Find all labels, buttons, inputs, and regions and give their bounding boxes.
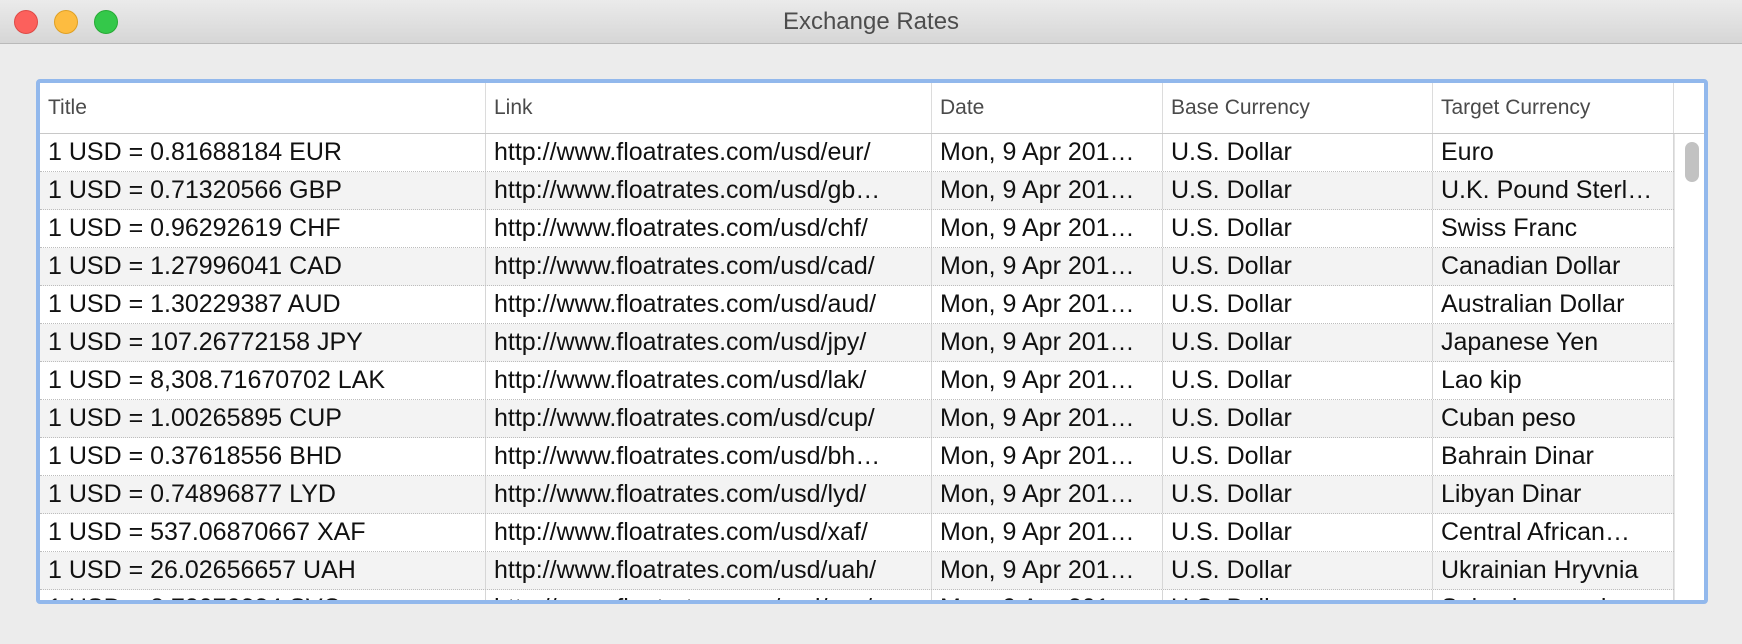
cell-link: http://www.floatrates.com/usd/cup/ [486, 400, 932, 437]
cell-link: http://www.floatrates.com/usd/aud/ [486, 286, 932, 323]
table-body: 1 USD = 0.81688184 EUR http://www.floatr… [40, 134, 1674, 600]
table-row[interactable]: 1 USD = 8.73070224 SVC http://www.floatr… [40, 590, 1674, 600]
cell-title: 1 USD = 1.30229387 AUD [40, 286, 486, 323]
cell-target-currency: U.K. Pound Sterl… [1433, 172, 1674, 209]
column-header-target-currency[interactable]: Target Currency [1433, 83, 1674, 133]
window-title: Exchange Rates [782, 8, 960, 35]
cell-date: Mon, 9 Apr 201… [932, 286, 1163, 323]
cell-base-currency: U.S. Dollar [1163, 210, 1433, 247]
cell-base-currency: U.S. Dollar [1163, 552, 1433, 589]
cell-date: Mon, 9 Apr 201… [932, 324, 1163, 361]
cell-date: Mon, 9 Apr 201… [932, 552, 1163, 589]
cell-title: 1 USD = 0.74896877 LYD [40, 476, 486, 513]
cell-base-currency: U.S. Dollar [1163, 324, 1433, 361]
cell-date: Mon, 9 Apr 201… [932, 400, 1163, 437]
table-row[interactable]: 1 USD = 0.37618556 BHD http://www.floatr… [40, 438, 1674, 476]
cell-title: 1 USD = 1.00265895 CUP [40, 400, 486, 437]
cell-target-currency: Swiss Franc [1433, 210, 1674, 247]
cell-target-currency: Salvadoran colon [1433, 590, 1674, 600]
cell-base-currency: U.S. Dollar [1163, 134, 1433, 171]
cell-target-currency: Canadian Dollar [1433, 248, 1674, 285]
cell-target-currency: Lao kip [1433, 362, 1674, 399]
cell-base-currency: U.S. Dollar [1163, 248, 1433, 285]
cell-base-currency: U.S. Dollar [1163, 362, 1433, 399]
table-row[interactable]: 1 USD = 0.81688184 EUR http://www.floatr… [40, 134, 1674, 172]
table-row[interactable]: 1 USD = 0.71320566 GBP http://www.floatr… [40, 172, 1674, 210]
cell-title: 1 USD = 8,308.71670702 LAK [40, 362, 486, 399]
cell-title: 1 USD = 537.06870667 XAF [40, 514, 486, 551]
table-row[interactable]: 1 USD = 1.30229387 AUD http://www.floatr… [40, 286, 1674, 324]
column-header-link[interactable]: Link [486, 83, 932, 133]
cell-link: http://www.floatrates.com/usd/cad/ [486, 248, 932, 285]
cell-link: http://www.floatrates.com/usd/gb… [486, 172, 932, 209]
cell-title: 1 USD = 107.26772158 JPY [40, 324, 486, 361]
cell-date: Mon, 9 Apr 201… [932, 172, 1163, 209]
cell-link: http://www.floatrates.com/usd/jpy/ [486, 324, 932, 361]
cell-base-currency: U.S. Dollar [1163, 286, 1433, 323]
cell-target-currency: Libyan Dinar [1433, 476, 1674, 513]
cell-date: Mon, 9 Apr 201… [932, 514, 1163, 551]
cell-base-currency: U.S. Dollar [1163, 172, 1433, 209]
cell-date: Mon, 9 Apr 201… [932, 438, 1163, 475]
table-row[interactable]: 1 USD = 0.74896877 LYD http://www.floatr… [40, 476, 1674, 514]
title-bar[interactable]: Exchange Rates [0, 0, 1742, 44]
cell-link: http://www.floatrates.com/usd/xaf/ [486, 514, 932, 551]
cell-target-currency: Bahrain Dinar [1433, 438, 1674, 475]
cell-link: http://www.floatrates.com/usd/chf/ [486, 210, 932, 247]
cell-title: 1 USD = 26.02656657 UAH [40, 552, 486, 589]
exchange-rates-window: Exchange Rates Title Link Date Base Curr… [0, 0, 1742, 644]
cell-base-currency: U.S. Dollar [1163, 438, 1433, 475]
cell-date: Mon, 9 Apr 201… [932, 134, 1163, 171]
table-row[interactable]: 1 USD = 0.96292619 CHF http://www.floatr… [40, 210, 1674, 248]
cell-title: 1 USD = 0.81688184 EUR [40, 134, 486, 171]
table-row[interactable]: 1 USD = 26.02656657 UAH http://www.float… [40, 552, 1674, 590]
cell-title: 1 USD = 1.27996041 CAD [40, 248, 486, 285]
cell-target-currency: Euro [1433, 134, 1674, 171]
cell-title: 1 USD = 0.71320566 GBP [40, 172, 486, 209]
column-header-title[interactable]: Title [40, 83, 486, 133]
cell-link: http://www.floatrates.com/usd/lak/ [486, 362, 932, 399]
scrollbar-thumb[interactable] [1685, 142, 1699, 182]
cell-base-currency: U.S. Dollar [1163, 514, 1433, 551]
cell-target-currency: Cuban peso [1433, 400, 1674, 437]
cell-link: http://www.floatrates.com/usd/bh… [486, 438, 932, 475]
cell-title: 1 USD = 0.37618556 BHD [40, 438, 486, 475]
table-row[interactable]: 1 USD = 8,308.71670702 LAK http://www.fl… [40, 362, 1674, 400]
table-row[interactable]: 1 USD = 107.26772158 JPY http://www.floa… [40, 324, 1674, 362]
column-header-date[interactable]: Date [932, 83, 1163, 133]
cell-date: Mon, 9 Apr 201… [932, 210, 1163, 247]
cell-base-currency: U.S. Dollar [1163, 400, 1433, 437]
cell-title: 1 USD = 8.73070224 SVC [40, 590, 486, 600]
table-row[interactable]: 1 USD = 537.06870667 XAF http://www.floa… [40, 514, 1674, 552]
cell-link: http://www.floatrates.com/usd/uah/ [486, 552, 932, 589]
exchange-rates-table[interactable]: Title Link Date Base Currency Target Cur… [36, 79, 1708, 604]
cell-link: http://www.floatrates.com/usd/lyd/ [486, 476, 932, 513]
cell-target-currency: Ukrainian Hryvnia [1433, 552, 1674, 589]
table-row[interactable]: 1 USD = 1.00265895 CUP http://www.floatr… [40, 400, 1674, 438]
cell-base-currency: U.S. Dollar [1163, 476, 1433, 513]
cell-date: Mon, 9 Apr 201… [932, 248, 1163, 285]
column-header-base-currency[interactable]: Base Currency [1163, 83, 1433, 133]
cell-date: Mon, 9 Apr 201… [932, 590, 1163, 600]
cell-link: http://www.floatrates.com/usd/eur/ [486, 134, 932, 171]
vertical-scrollbar[interactable] [1674, 134, 1704, 600]
table-header: Title Link Date Base Currency Target Cur… [40, 83, 1704, 134]
cell-base-currency: U.S. Dollar [1163, 590, 1433, 600]
cell-date: Mon, 9 Apr 201… [932, 476, 1163, 513]
cell-date: Mon, 9 Apr 201… [932, 362, 1163, 399]
cell-target-currency: Japanese Yen [1433, 324, 1674, 361]
cell-target-currency: Australian Dollar [1433, 286, 1674, 323]
cell-title: 1 USD = 0.96292619 CHF [40, 210, 486, 247]
column-header-spacer [1674, 83, 1704, 133]
cell-target-currency: Central African… [1433, 514, 1674, 551]
table-row[interactable]: 1 USD = 1.27996041 CAD http://www.floatr… [40, 248, 1674, 286]
cell-link: http://www.floatrates.com/usd/svc/ [486, 590, 932, 600]
